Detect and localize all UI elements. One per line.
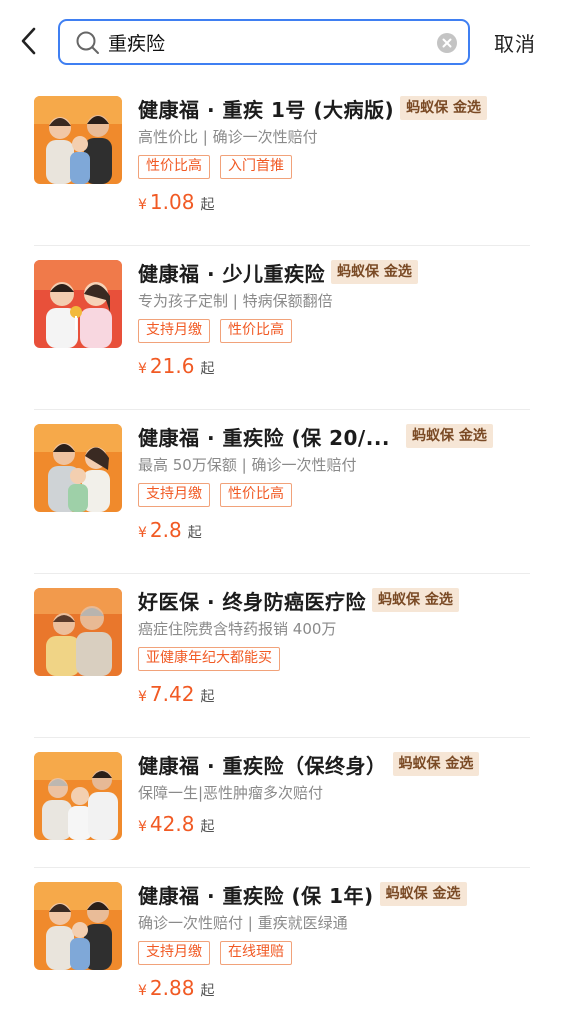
price: ¥ 2.88 起 <box>138 976 214 1000</box>
tag: 支持月缴 <box>138 483 210 507</box>
tag: 支持月缴 <box>138 319 210 343</box>
search-box[interactable] <box>58 19 470 65</box>
price: ¥ 42.8 起 <box>138 812 214 836</box>
price: ¥ 21.6 起 <box>138 354 214 378</box>
product-thumbnail <box>34 882 122 970</box>
currency-symbol: ¥ <box>138 525 147 541</box>
price-value: 42.8 <box>149 812 195 836</box>
price-suffix: 起 <box>200 983 215 999</box>
family-photo-icon <box>34 96 122 184</box>
currency-symbol: ¥ <box>138 197 147 213</box>
price-suffix: 起 <box>200 689 215 705</box>
elderly-couple-photo-icon <box>34 588 122 676</box>
ant-insurance-badge: 蚂蚁保 金选 <box>392 752 480 776</box>
price-value: 2.88 <box>149 976 195 1000</box>
currency-symbol: ¥ <box>138 689 147 705</box>
chevron-left-icon <box>21 27 36 55</box>
ant-insurance-badge: 蚂蚁保 金选 <box>372 588 459 612</box>
ant-insurance-badge: 蚂蚁保 金选 <box>331 260 418 284</box>
product-thumbnail <box>34 588 122 676</box>
product-title: 健康福 · 重疾险 (保 1年) <box>138 883 374 908</box>
product-item[interactable]: 健康福 · 少儿重疾险 蚂蚁保 金选 专为孩子定制 | 特病保额翻倍 支持月缴 … <box>0 246 564 410</box>
currency-symbol: ¥ <box>138 983 147 999</box>
product-description: 癌症住院费含特药报销 400万 <box>138 620 337 638</box>
product-item[interactable]: 健康福 · 重疾险（保终身） 蚂蚁保 金选 保障一生|恶性肿瘤多次赔付 ¥ 42… <box>0 738 564 868</box>
product-title: 健康福 · 重疾险（保终身） <box>138 753 387 778</box>
product-item[interactable]: 健康福 · 重疾 1号 (大病版) 蚂蚁保 金选 高性价比 | 确诊一次性赔付 … <box>0 82 564 246</box>
product-thumbnail <box>34 752 122 840</box>
top-bar: 取消 <box>0 0 564 80</box>
family-photo-icon <box>34 752 122 840</box>
back-button[interactable] <box>14 24 44 58</box>
price: ¥ 2.8 起 <box>138 518 202 542</box>
tag-list: 支持月缴 性价比高 <box>138 483 302 507</box>
tag-list: 支持月缴 在线理赔 <box>138 941 302 965</box>
tag: 性价比高 <box>138 155 210 179</box>
price: ¥ 1.08 起 <box>138 190 214 214</box>
product-description: 专为孩子定制 | 特病保额翻倍 <box>138 292 333 310</box>
tag: 性价比高 <box>220 483 292 507</box>
price-suffix: 起 <box>200 197 215 213</box>
price-suffix: 起 <box>200 819 215 835</box>
product-description: 最高 50万保额 | 确诊一次性赔付 <box>138 456 357 474</box>
tag-list: 亚健康年纪大都能买 <box>138 647 290 671</box>
ant-insurance-badge: 蚂蚁保 金选 <box>379 882 467 906</box>
tag: 性价比高 <box>220 319 292 343</box>
currency-symbol: ¥ <box>138 361 147 377</box>
price-suffix: 起 <box>187 525 202 541</box>
tag-list: 性价比高 入门首推 <box>138 155 302 179</box>
ant-insurance-badge: 蚂蚁保 金选 <box>400 96 488 120</box>
product-thumbnail <box>34 260 122 348</box>
price-value: 7.42 <box>149 682 195 706</box>
price-value: 21.6 <box>149 354 195 378</box>
ant-insurance-badge: 蚂蚁保 金选 <box>406 424 493 448</box>
product-title: 健康福 · 少儿重疾险 <box>138 261 326 286</box>
product-thumbnail <box>34 96 122 184</box>
product-item[interactable]: 健康福 · 重疾险 (保 20/... 蚂蚁保 金选 最高 50万保额 | 确诊… <box>0 410 564 574</box>
price-suffix: 起 <box>200 361 215 377</box>
cancel-button[interactable]: 取消 <box>494 28 536 57</box>
tag: 在线理赔 <box>220 941 292 965</box>
product-title: 好医保 · 终身防癌医疗险 <box>138 589 367 614</box>
family-photo-icon <box>34 424 122 512</box>
price-value: 2.8 <box>149 518 182 542</box>
product-item[interactable]: 健康福 · 重疾险 (保 1年) 蚂蚁保 金选 确诊一次性赔付 | 重疾就医绿通… <box>0 868 564 1032</box>
search-icon <box>76 31 99 54</box>
product-title: 健康福 · 重疾 1号 (大病版) <box>138 97 395 122</box>
product-description: 确诊一次性赔付 | 重疾就医绿通 <box>138 914 348 932</box>
price: ¥ 7.42 起 <box>138 682 214 706</box>
tag: 亚健康年纪大都能买 <box>138 647 280 671</box>
price-value: 1.08 <box>149 190 195 214</box>
currency-symbol: ¥ <box>138 819 147 835</box>
product-title: 健康福 · 重疾险 (保 20/... <box>138 425 391 450</box>
product-list: 健康福 · 重疾 1号 (大病版) 蚂蚁保 金选 高性价比 | 确诊一次性赔付 … <box>0 82 564 1032</box>
family-photo-icon <box>34 882 122 970</box>
product-thumbnail <box>34 424 122 512</box>
tag: 支持月缴 <box>138 941 210 965</box>
children-photo-icon <box>34 260 122 348</box>
clear-icon[interactable] <box>437 33 457 53</box>
product-description: 高性价比 | 确诊一次性赔付 <box>138 128 318 146</box>
tag-list: 支持月缴 性价比高 <box>138 319 302 343</box>
search-input[interactable] <box>108 27 428 57</box>
tag: 入门首推 <box>220 155 292 179</box>
product-item[interactable]: 好医保 · 终身防癌医疗险 蚂蚁保 金选 癌症住院费含特药报销 400万 亚健康… <box>0 574 564 738</box>
product-description: 保障一生|恶性肿瘤多次赔付 <box>138 784 324 802</box>
